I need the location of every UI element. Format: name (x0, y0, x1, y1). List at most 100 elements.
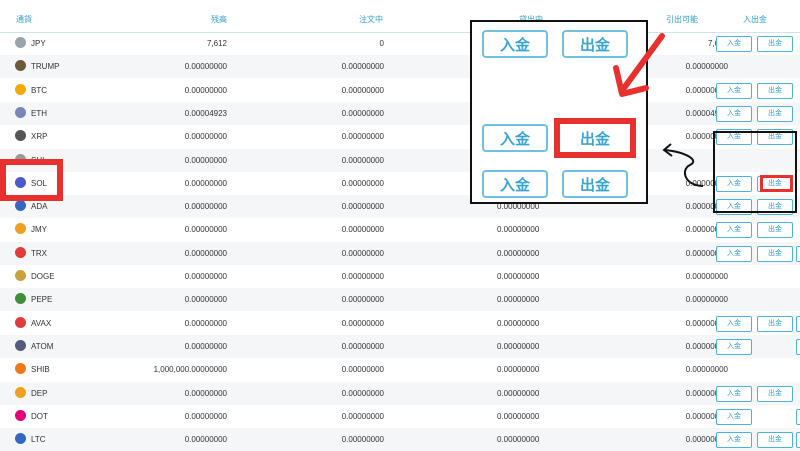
coin-name: LTC (31, 435, 46, 445)
balance-value: 0.00000000 (184, 295, 227, 305)
coin-icon (15, 316, 26, 328)
coin-name: DOGE (31, 272, 55, 281)
curved-arrow-icon (662, 143, 704, 187)
deposit-button[interactable]: 入金 (716, 432, 752, 449)
balance-value: 0.00000000 (184, 178, 227, 188)
coin-icon (15, 293, 26, 305)
deposit-button[interactable]: 入金 (716, 245, 752, 262)
table-row: SHIB 1,000,000.00000000 0.00000000 0.000000… (0, 358, 800, 381)
deposit-button[interactable]: 入金 (716, 385, 752, 402)
deposit-button[interactable]: 入金 (716, 315, 752, 332)
balance-value: 0.00000000 (184, 202, 227, 212)
lending-value: 0.00000000 (497, 272, 540, 281)
withdraw-button[interactable]: 出金 (757, 432, 793, 449)
balance-value: 0.00000000 (184, 132, 227, 142)
withdraw-button[interactable]: 出金 (757, 82, 793, 99)
order-value: 0.00000000 (341, 225, 384, 235)
highlight-small-withdraw (760, 175, 793, 192)
balance-value: 0.00000000 (184, 388, 227, 398)
lending-value: 0.00000000 (497, 341, 540, 351)
lending-value: 0.00000000 (497, 318, 540, 328)
lending-value: 0.00000000 (497, 248, 540, 258)
table-row: TRX 0.00000000 0.00000000 0.00000000 0.00000… (0, 241, 800, 265)
balance-value: 0.00000000 (184, 411, 227, 421)
table-row: JPY7,61207,612入金出金 (0, 32, 800, 55)
coin-icon (15, 60, 26, 72)
cut-off-button[interactable] (796, 338, 800, 355)
coin-icon (15, 339, 26, 351)
coin-name: AVAX (31, 318, 52, 328)
table-row: PEPE 0.00000000 0.00000000 0.00000000 0.0000… (0, 288, 800, 312)
zoom-withdraw-button-3: 出金 (562, 170, 628, 198)
deposit-button[interactable]: 入金 (716, 338, 752, 355)
coin-icon (15, 223, 26, 235)
cut-off-button[interactable] (796, 432, 800, 449)
order-value: 0.00000000 (341, 272, 384, 281)
order-value: 0.00000000 (341, 202, 384, 212)
withdraw-button[interactable]: 出金 (757, 245, 793, 262)
withdrawable-value: 0.00000000 (685, 365, 728, 375)
order-value: 0.00000000 (341, 132, 384, 142)
withdraw-button[interactable]: 出金 (757, 222, 793, 239)
zoom-withdraw-button-2: 出金 (562, 124, 628, 152)
coin-name: JPY (31, 39, 46, 48)
order-value: 0.00000000 (341, 62, 384, 72)
balance-value: 0.00000000 (184, 341, 227, 351)
coin-name: DEP (31, 388, 48, 398)
deposit-button[interactable]: 入金 (716, 222, 752, 239)
balance-value: 0.00000000 (184, 85, 227, 95)
withdraw-button[interactable]: 出金 (757, 36, 793, 52)
coin-icon (15, 130, 26, 142)
coin-name: ETH (31, 108, 47, 118)
withdrawable-value: 0.00000000 (685, 272, 728, 281)
balance-value: 0.00000000 (184, 272, 227, 281)
cut-off-button[interactable] (796, 245, 800, 262)
order-value: 0.00000000 (341, 365, 384, 375)
order-value: 0.00000000 (341, 341, 384, 351)
annotation-small-box (713, 131, 797, 213)
deposit-button[interactable]: 入金 (716, 36, 752, 52)
coin-name: ATOM (31, 341, 54, 351)
coin-name: ADA (31, 202, 48, 212)
table-row: ETH 0.00004923 0.00000000 0.00004923 入金 出金 (0, 101, 800, 125)
coin-icon (15, 246, 26, 258)
table-row: LTC 0.00000000 0.00000000 0.00000000 0.00000… (0, 428, 800, 451)
balance-value: 0.00000000 (184, 62, 227, 72)
coin-name: SHIB (31, 365, 50, 375)
withdraw-button[interactable]: 出金 (757, 315, 793, 332)
balance-value: 0.00000000 (184, 155, 227, 165)
balance-value: 0.00000000 (184, 435, 227, 445)
deposit-button[interactable]: 入金 (716, 408, 752, 425)
order-value: 0.00000000 (341, 108, 384, 118)
deposit-button[interactable]: 入金 (716, 105, 752, 122)
lending-value: 0.00000000 (497, 225, 540, 235)
order-value: 0.00000000 (341, 295, 384, 305)
order-value: 0.00000000 (341, 318, 384, 328)
cut-off-button[interactable] (796, 315, 800, 332)
coin-icon (15, 106, 26, 118)
coin-icon (15, 386, 26, 398)
coin-name: TRUMP (31, 62, 60, 72)
zoom-deposit-button-3: 入金 (482, 170, 548, 198)
balance-value: 1,000,000.00000000 (153, 365, 227, 375)
table-row: AVAX 0.00000000 0.00000000 0.00000000 0.0000… (0, 312, 800, 335)
table-header: 通貨 残高 注文中 貸出中 引出可能 入出金 (0, 0, 800, 33)
deposit-button[interactable]: 入金 (716, 82, 752, 99)
coin-name: TRX (31, 248, 47, 258)
lending-value: 0.00000000 (497, 365, 540, 375)
cut-off-button[interactable] (796, 408, 800, 425)
header-currency: 通貨 (16, 15, 32, 24)
withdraw-button[interactable]: 出金 (757, 105, 793, 122)
balance-value: 0.00000000 (184, 248, 227, 258)
order-value: 0.00000000 (341, 85, 384, 95)
table-row: JMY 0.00000000 0.00000000 0.00000000 0.00000… (0, 218, 800, 241)
balance-value: 7,612 (206, 39, 227, 48)
coin-name: XRP (31, 132, 48, 142)
coin-icon (15, 433, 26, 445)
coin-icon (15, 83, 26, 95)
zoom-deposit-button-2: 入金 (482, 124, 548, 152)
withdraw-button[interactable]: 出金 (757, 385, 793, 402)
balance-value: 0.00000000 (184, 318, 227, 328)
header-withdrawable: 引出可能 (666, 15, 698, 24)
order-value: 0.00000000 (341, 178, 384, 188)
